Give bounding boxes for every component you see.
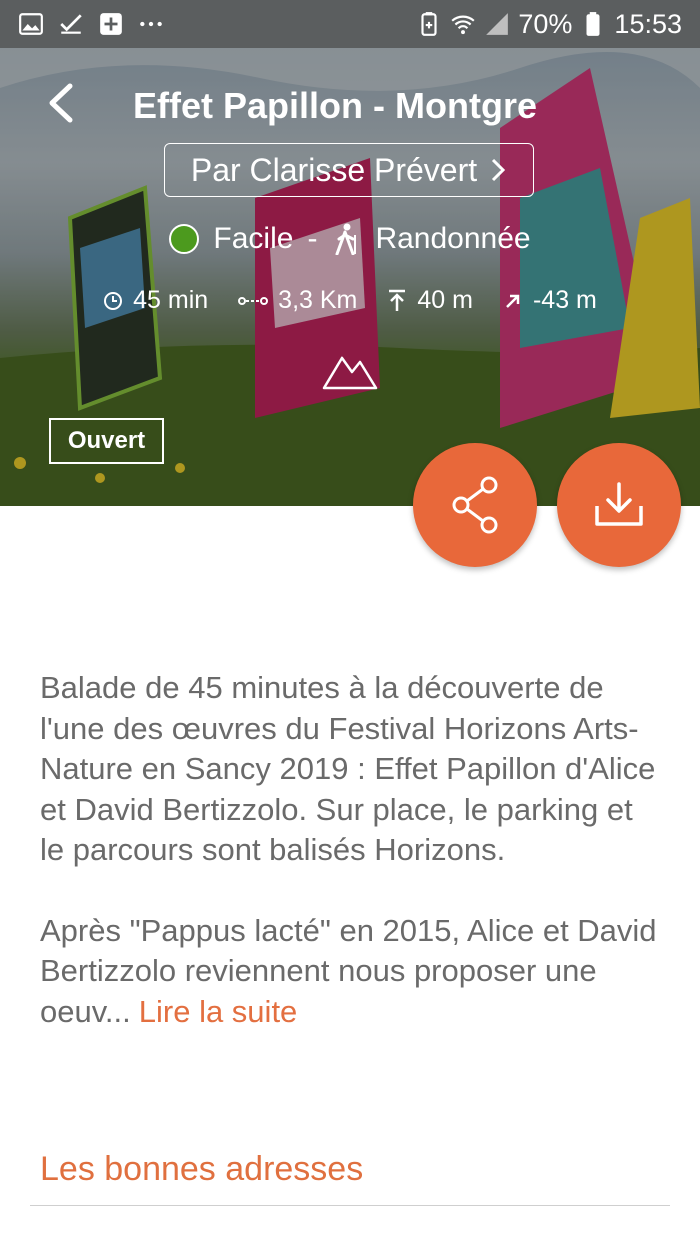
distance-icon <box>238 296 269 305</box>
difficulty-label: Facile <box>213 222 294 255</box>
clock-icon <box>104 291 123 310</box>
diagonal-arrow-icon <box>506 294 520 308</box>
distance-stat: 3,3 Km <box>238 286 357 315</box>
download-icon <box>595 482 643 526</box>
ascent-value: 40 m <box>417 286 473 314</box>
difficulty-dot-icon <box>169 224 200 254</box>
checkbox-icon <box>60 14 82 34</box>
description-paragraph-1: Balade de 45 minutes à la découverte de … <box>40 670 656 867</box>
description: Balade de 45 minutes à la découverte de … <box>40 668 660 1032</box>
hiker-icon <box>335 223 357 255</box>
page-title: Effet Papillon - Montgre <box>133 85 537 126</box>
section-title: Les bonnes adresses <box>40 1150 364 1188</box>
wifi-icon <box>451 15 475 35</box>
separator: - <box>307 222 318 255</box>
read-more-link[interactable]: Lire la suite <box>139 994 298 1029</box>
battery-icon <box>586 12 600 36</box>
share-button[interactable] <box>413 443 537 567</box>
author-label: Par Clarisse Prévert <box>190 151 478 188</box>
stats-row: 45 min 3,3 Km 40 m -43 m <box>0 286 700 315</box>
duration-stat: 45 min <box>103 286 208 315</box>
descent-value: -43 m <box>532 286 597 314</box>
chevron-right-icon <box>492 158 506 182</box>
share-icon <box>452 476 498 534</box>
plus-box-icon <box>100 13 122 35</box>
download-button[interactable] <box>557 443 681 567</box>
back-arrow-icon[interactable] <box>40 78 80 128</box>
status-badge: Ouvert <box>49 418 164 464</box>
battery-saver-icon <box>421 12 437 36</box>
ascent-icon <box>389 289 406 311</box>
activity-label: Randonnée <box>375 222 531 255</box>
mountain-icon <box>322 356 378 390</box>
author-button[interactable]: Par Clarisse Prévert <box>164 143 534 197</box>
battery-percent: 70% <box>518 8 573 39</box>
status-bar: 70% 15:53 <box>0 0 700 48</box>
ascent-stat: 40 m <box>387 286 473 315</box>
image-icon <box>19 13 43 35</box>
difficulty-row: Facile - Randonnée <box>0 222 700 256</box>
divider <box>30 1205 670 1206</box>
descent-stat: -43 m <box>503 286 597 315</box>
description-paragraph-2: Après "Pappus lacté" en 2015, Alice et D… <box>40 911 660 1033</box>
description-excerpt: Après "Pappus lacté" en 2015, Alice et D… <box>40 912 657 1029</box>
more-dots-icon <box>140 21 162 27</box>
duration-value: 45 min <box>133 286 209 314</box>
signal-icon <box>486 13 509 35</box>
hero-header: Effet Papillon - Montgre Par Clarisse Pr… <box>0 48 700 506</box>
clock: 15:53 <box>614 8 682 39</box>
distance-value: 3,3 Km <box>278 286 358 314</box>
